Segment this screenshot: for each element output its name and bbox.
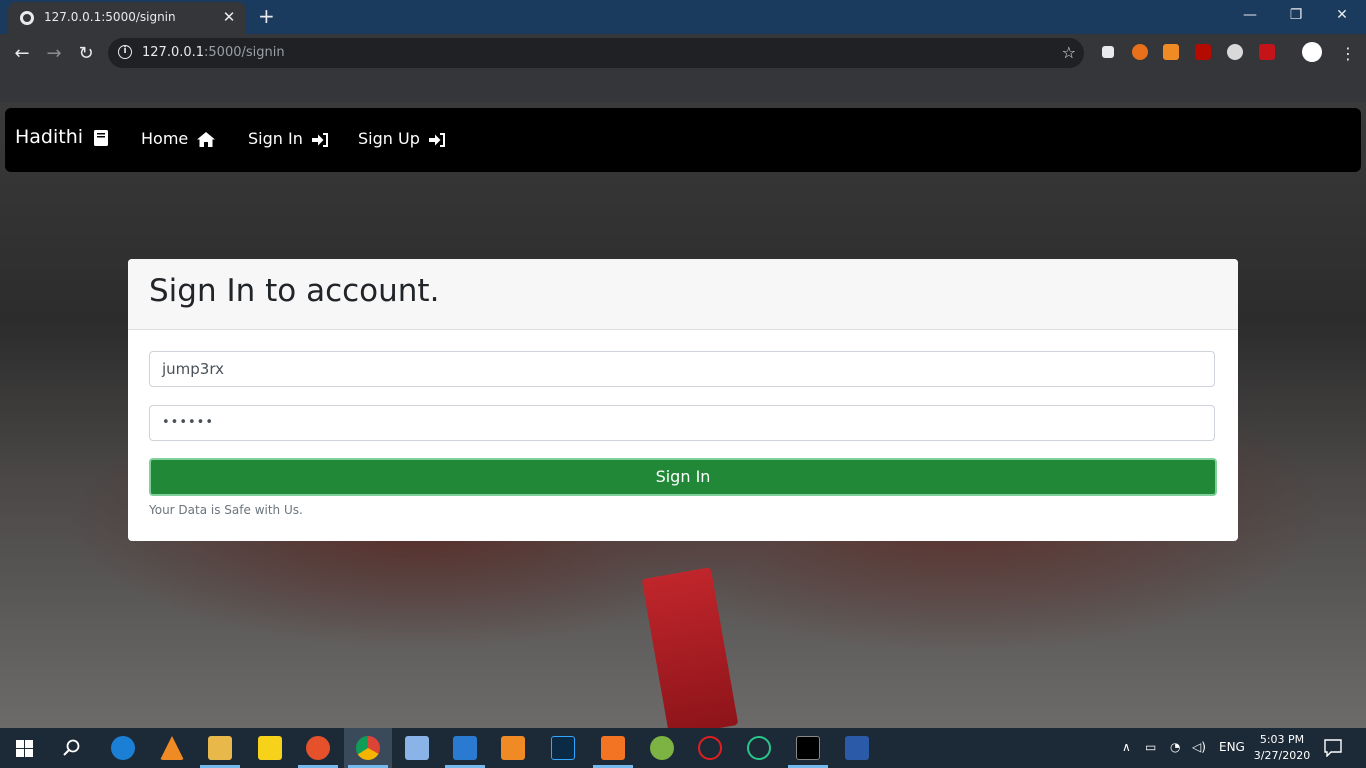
clock-time: 5:03 PM — [1259, 733, 1305, 746]
extension-eye-icon[interactable] — [1302, 42, 1322, 62]
volume-icon[interactable]: ◁) — [1192, 740, 1206, 754]
vscode-icon[interactable] — [453, 736, 477, 760]
firefox-icon[interactable] — [306, 736, 330, 760]
terminal-icon[interactable] — [796, 736, 820, 760]
window-close-button[interactable]: ✕ — [1320, 4, 1364, 26]
notifications-icon[interactable] — [1324, 739, 1342, 757]
wifi-icon[interactable]: ◔ — [1170, 740, 1180, 754]
search-icon[interactable] — [63, 739, 81, 757]
chrome-icon[interactable] — [356, 736, 380, 760]
sign-up-icon — [428, 132, 445, 147]
media-player-icon[interactable] — [501, 736, 525, 760]
photoshop-icon[interactable] — [551, 736, 575, 760]
site-navbar: Hadithi Home Sign In Sign Up — [5, 108, 1361, 172]
site-info-icon[interactable]: i — [118, 45, 132, 59]
signin-card: Sign In to account. jump3rx •••••• Sign … — [128, 259, 1238, 541]
windows-start-icon[interactable] — [16, 740, 33, 757]
battery-icon[interactable]: ▭ — [1145, 740, 1156, 754]
url-text[interactable]: 127.0.0.1:5000/signin — [142, 45, 285, 60]
clock-date: 3/27/2020 — [1253, 749, 1311, 762]
edge-icon[interactable] — [111, 736, 135, 760]
tray-chevron-icon[interactable]: ∧ — [1122, 740, 1131, 754]
browser-tab-active[interactable]: 127.0.0.1:5000/signin ✕ — [8, 2, 246, 34]
forward-button[interactable]: → — [42, 42, 66, 66]
powershell-icon[interactable] — [845, 736, 869, 760]
extension-audio-icon[interactable] — [1163, 44, 1179, 60]
nav-sign-in[interactable]: Sign In — [248, 129, 329, 148]
help-text: Your Data is Safe with Us. — [149, 503, 303, 517]
sign-in-icon — [311, 132, 328, 147]
bookmark-star-icon[interactable]: ☆ — [1062, 43, 1076, 62]
tab-close-icon[interactable]: ✕ — [220, 8, 238, 26]
language-indicator[interactable]: ENG — [1219, 740, 1245, 754]
extension-pen-icon[interactable] — [1102, 46, 1114, 58]
book-icon — [94, 129, 109, 146]
page-viewport: Hadithi Home Sign In Sign Up Sign In to … — [0, 102, 1366, 728]
virtualbox-icon[interactable] — [405, 736, 429, 760]
address-bar[interactable]: i 127.0.0.1:5000/signin ☆ — [108, 38, 1084, 68]
windows-taskbar: ∧ ▭ ◔ ◁) ENG 5:03 PM 3/27/2020 — [0, 728, 1366, 768]
clock[interactable]: 5:03 PM 3/27/2020 — [1252, 732, 1312, 764]
upwork-icon[interactable] — [747, 736, 771, 760]
home-icon — [197, 132, 216, 147]
tab-title: 127.0.0.1:5000/signin — [44, 10, 176, 24]
browser-tab-strip: 127.0.0.1:5000/signin ✕ + — ❐ ✕ — [0, 0, 1366, 34]
reload-button[interactable]: ↻ — [74, 42, 98, 66]
back-button[interactable]: ← — [10, 42, 34, 66]
sticky-notes-icon[interactable] — [258, 736, 282, 760]
browser-toolbar: ← → ↻ i 127.0.0.1:5000/signin ☆ ⋮ — [0, 34, 1366, 102]
globe-icon — [20, 11, 34, 25]
extension-fox-icon[interactable] — [1132, 44, 1148, 60]
restore-button[interactable]: ❐ — [1274, 4, 1318, 26]
brand-link[interactable]: Hadithi — [15, 126, 109, 148]
sign-in-button[interactable]: Sign In — [149, 458, 1217, 496]
android-studio-icon[interactable] — [650, 736, 674, 760]
password-field[interactable]: •••••• — [149, 405, 1215, 441]
username-field[interactable]: jump3rx — [149, 351, 1215, 387]
card-header: Sign In to account. — [128, 259, 1238, 330]
xampp-icon[interactable] — [601, 736, 625, 760]
extension-globe-icon[interactable] — [1227, 44, 1243, 60]
file-explorer-icon[interactable] — [208, 736, 232, 760]
minimize-button[interactable]: — — [1228, 4, 1272, 26]
nav-sign-up[interactable]: Sign Up — [358, 129, 446, 148]
nav-home[interactable]: Home — [141, 129, 216, 148]
vlc-icon[interactable] — [160, 736, 184, 760]
app-red-icon[interactable] — [698, 736, 722, 760]
new-tab-button[interactable]: + — [258, 5, 275, 27]
extension-red-icon[interactable] — [1259, 44, 1275, 60]
menu-kebab-icon[interactable]: ⋮ — [1336, 42, 1360, 66]
book-background-ribbon — [641, 567, 739, 728]
extension-pdf-icon[interactable] — [1195, 44, 1211, 60]
page-title: Sign In to account. — [149, 273, 440, 309]
